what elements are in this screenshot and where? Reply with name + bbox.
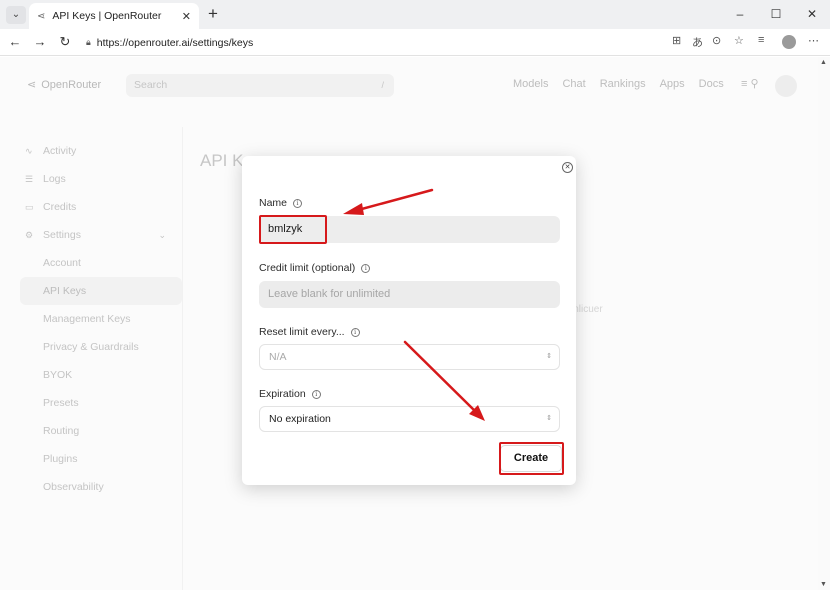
site-info-icon[interactable]: 🔒︎ bbox=[86, 37, 91, 48]
expiration-label: Expiration i bbox=[259, 388, 321, 400]
name-label: Name i bbox=[259, 197, 303, 209]
forward-arrow-icon[interactable]: → bbox=[32, 34, 48, 50]
info-icon[interactable]: i bbox=[350, 327, 360, 337]
list-icon: ☰ bbox=[25, 174, 34, 184]
openrouter-logo-icon: ⋖ bbox=[27, 79, 37, 91]
translate-icon[interactable]: あ bbox=[692, 34, 703, 50]
user-avatar[interactable] bbox=[775, 75, 797, 97]
expiration-select[interactable]: No expiration ⇕ bbox=[259, 406, 560, 432]
scroll-up-icon[interactable]: ▲ bbox=[820, 59, 827, 66]
header-menu-icon[interactable]: ≡ ⚲ bbox=[741, 77, 759, 90]
site-nav: Models Chat Rankings Apps Docs bbox=[513, 78, 724, 90]
sidebar-item-settings[interactable]: ⚙ Settings ⌄ bbox=[20, 221, 182, 249]
gear-icon: ⚙ bbox=[25, 230, 34, 240]
minimize-button[interactable]: – bbox=[722, 0, 758, 29]
select-arrows-icon: ⇕ bbox=[546, 415, 552, 422]
close-icon[interactable]: ✕ bbox=[562, 162, 573, 173]
nav-chat[interactable]: Chat bbox=[562, 78, 585, 90]
tab-actions-chevron-icon[interactable]: ⌄ bbox=[6, 6, 26, 24]
site-header: ⋖ OpenRouter Search / Models Chat Ranking… bbox=[0, 57, 818, 117]
sidebar-item-byok[interactable]: BYOK bbox=[20, 361, 182, 389]
openrouter-favicon-icon: ⋖ bbox=[37, 10, 46, 22]
favorite-star-icon[interactable]: ☆ bbox=[734, 34, 744, 47]
sidebar-item-activity[interactable]: ∿ Activity bbox=[20, 137, 182, 165]
new-tab-button[interactable]: + bbox=[203, 4, 223, 24]
sidebar-item-routing[interactable]: Routing bbox=[20, 417, 182, 445]
maximize-button[interactable]: ☐ bbox=[758, 0, 794, 29]
nav-models[interactable]: Models bbox=[513, 78, 548, 90]
select-arrows-icon: ⇕ bbox=[546, 353, 552, 360]
sidebar-item-credits[interactable]: ▭ Credits bbox=[20, 193, 182, 221]
close-window-button[interactable]: ✕ bbox=[794, 0, 830, 29]
settings-sidebar: ∿ Activity ☰ Logs ▭ Credits ⚙ Settings ⌄ Acc… bbox=[20, 137, 182, 501]
sidebar-item-management-keys[interactable]: Management Keys bbox=[20, 305, 182, 333]
sidebar-item-logs[interactable]: ☰ Logs bbox=[20, 165, 182, 193]
credit-limit-label: Credit limit (optional) i bbox=[259, 262, 371, 274]
reload-icon[interactable]: ↻ bbox=[57, 34, 73, 50]
info-icon[interactable]: i bbox=[361, 263, 371, 273]
app-available-icon[interactable]: ⊞ bbox=[672, 34, 681, 47]
browser-menu-icon[interactable]: ⋯ bbox=[808, 34, 819, 47]
browser-tab[interactable]: ⋖ API Keys | OpenRouter ✕ bbox=[29, 3, 199, 29]
url-field[interactable]: 🔒︎ https://openrouter.ai/settings/keys bbox=[80, 32, 752, 53]
tab-title: API Keys | OpenRouter bbox=[52, 10, 162, 22]
nav-rankings[interactable]: Rankings bbox=[600, 78, 646, 90]
activity-icon: ∿ bbox=[25, 146, 33, 156]
search-shortcut-hint: / bbox=[381, 80, 384, 90]
more-tools-icon[interactable]: ⊙ bbox=[712, 34, 721, 47]
reset-limit-select[interactable]: N/A ⇕ bbox=[259, 344, 560, 370]
profile-avatar[interactable] bbox=[782, 35, 796, 49]
url-text: https://openrouter.ai/settings/keys bbox=[96, 36, 254, 49]
sidebar-item-privacy[interactable]: Privacy & Guardrails bbox=[20, 333, 182, 361]
sidebar-divider bbox=[182, 127, 183, 590]
page-scrollbar[interactable]: ▲ ▼ bbox=[818, 57, 830, 590]
name-input-highlight bbox=[259, 215, 327, 244]
credit-limit-input[interactable]: Leave blank for unlimited bbox=[259, 281, 560, 308]
sidebar-item-observability[interactable]: Observability bbox=[20, 473, 182, 501]
site-search-input[interactable]: Search / bbox=[126, 74, 394, 97]
create-api-key-dialog: ✕ Name i bmlzyk Credit limit (optional) i … bbox=[242, 156, 576, 485]
favorites-list-icon[interactable]: ≡ bbox=[758, 34, 764, 46]
info-icon[interactable]: i bbox=[311, 389, 321, 399]
chevron-down-icon: ⌄ bbox=[158, 230, 166, 240]
site-logo[interactable]: ⋖ OpenRouter bbox=[27, 78, 101, 91]
tab-close-icon[interactable]: ✕ bbox=[182, 10, 191, 23]
scroll-down-icon[interactable]: ▼ bbox=[820, 581, 827, 588]
back-arrow-icon[interactable]: ← bbox=[7, 34, 23, 50]
sidebar-item-api-keys[interactable]: API Keys bbox=[20, 277, 182, 305]
info-icon[interactable]: i bbox=[293, 198, 303, 208]
address-bar: ← → ↻ 🔒︎ https://openrouter.ai/settings/… bbox=[0, 29, 830, 56]
create-button-highlight bbox=[499, 442, 564, 475]
sidebar-item-presets[interactable]: Presets bbox=[20, 389, 182, 417]
nav-docs[interactable]: Docs bbox=[699, 78, 724, 90]
sidebar-item-account[interactable]: Account bbox=[20, 249, 182, 277]
reset-limit-label: Reset limit every... i bbox=[259, 326, 360, 338]
card-icon: ▭ bbox=[25, 202, 34, 212]
window-controls: – ☐ ✕ bbox=[722, 0, 830, 29]
nav-apps[interactable]: Apps bbox=[660, 78, 685, 90]
sidebar-item-plugins[interactable]: Plugins bbox=[20, 445, 182, 473]
browser-tab-bar: ⌄ ⋖ API Keys | OpenRouter ✕ + – ☐ ✕ bbox=[0, 0, 830, 29]
